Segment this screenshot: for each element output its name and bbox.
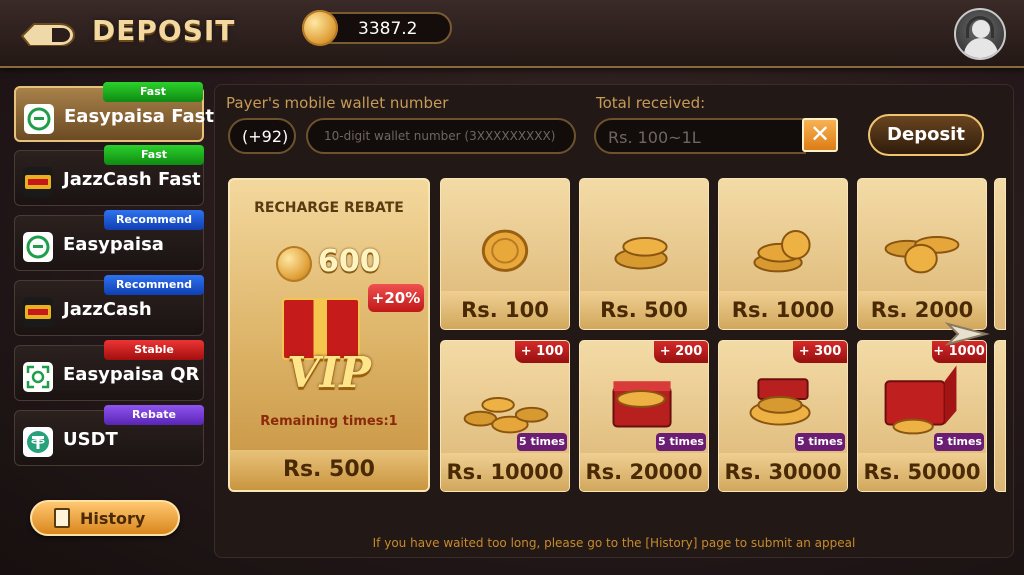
history-button[interactable]: History: [30, 500, 180, 536]
method-easypaisa-fast[interactable]: Easypaisa Fast Fast: [14, 82, 214, 142]
amount-tile[interactable]: Rs. 100: [440, 178, 570, 330]
wallet-label: Payer's mobile wallet number: [226, 94, 449, 112]
bonus-percent-badge: +20%: [368, 284, 424, 312]
easypaisa-icon: [23, 232, 53, 262]
amount-price: Rs. 500: [580, 291, 708, 329]
amount-price: Rs. 10000: [441, 453, 569, 491]
coin-icon: [276, 246, 312, 282]
amount-tile-partial[interactable]: [994, 178, 1006, 330]
remaining-times: Remaining times:1: [260, 414, 398, 429]
total-label: Total received:: [596, 94, 706, 112]
next-arrow-icon[interactable]: [942, 310, 990, 358]
amount-price: Rs. 100: [441, 291, 569, 329]
method-label: JazzCash: [63, 299, 152, 320]
times-badge: 5 times: [934, 433, 984, 451]
times-badge: 5 times: [517, 433, 567, 451]
coin-stack-icon: [614, 236, 668, 270]
bonus-badge: + 300: [793, 341, 847, 363]
history-label: History: [80, 509, 146, 528]
support-avatar-icon[interactable]: [954, 8, 1006, 60]
rebate-title: RECHARGE REBATE: [254, 200, 404, 216]
amount-price: Rs. 1000: [719, 291, 847, 329]
method-label: Easypaisa: [63, 234, 164, 255]
method-usdt[interactable]: USDT Rebate: [14, 405, 204, 466]
coin-icon: [302, 10, 338, 46]
wallet-placeholder: 10-digit wallet number (3XXXXXXXXX): [324, 129, 556, 143]
balance-value: 3387.2: [358, 19, 418, 39]
method-label: USDT: [63, 429, 118, 450]
amount-tile[interactable]: Rs. 500: [579, 178, 709, 330]
badge-stable: Stable: [104, 340, 204, 360]
coin-stack-icon: [753, 230, 811, 273]
amount-tile[interactable]: + 1000 5 times Rs. 50000: [857, 340, 987, 492]
method-label: JazzCash Fast: [63, 169, 201, 190]
badge-rebate: Rebate: [104, 405, 204, 425]
rebate-price: Rs. 500: [230, 450, 428, 490]
bonus-badge: + 200: [654, 341, 708, 363]
amount-tile[interactable]: Rs. 1000: [718, 178, 848, 330]
balance-display: 3387.2: [302, 10, 452, 46]
top-bar: DEPOSIT 3387.2: [0, 0, 1024, 68]
clear-icon[interactable]: ✕: [802, 118, 838, 152]
amount-tile[interactable]: + 300 5 times Rs. 30000: [718, 340, 848, 492]
easypaisa-icon: [24, 104, 54, 134]
amount-tile[interactable]: Rs. 2000: [857, 178, 987, 330]
badge-fast: Fast: [104, 145, 204, 165]
tether-icon: [23, 427, 53, 457]
amount-price: Rs. 50000: [858, 453, 986, 491]
page-title: DEPOSIT: [92, 14, 236, 47]
method-label: Easypaisa QR: [63, 364, 200, 385]
country-code-field[interactable]: (+92): [228, 118, 296, 154]
amount-price: Rs. 20000: [580, 453, 708, 491]
qr-icon: [23, 362, 53, 392]
deposit-button[interactable]: Deposit: [868, 114, 984, 156]
badge-recommend: Recommend: [104, 210, 204, 230]
amount-placeholder: Rs. 100~1L: [608, 128, 701, 147]
times-badge: 5 times: [795, 433, 845, 451]
jazzcash-icon: [23, 297, 53, 327]
badge-fast: Fast: [103, 82, 203, 102]
appeal-notice: If you have waited too long, please go t…: [372, 536, 856, 550]
jazzcash-icon: [23, 167, 53, 197]
amount-tile-partial[interactable]: [994, 340, 1006, 492]
amount-input[interactable]: Rs. 100~1L: [594, 118, 806, 154]
method-jazzcash-fast[interactable]: JazzCash Fast Fast: [14, 145, 204, 206]
method-label: Easypaisa Fast: [64, 106, 214, 127]
amount-tile[interactable]: + 200 5 times Rs. 20000: [579, 340, 709, 492]
recharge-rebate-card[interactable]: RECHARGE REBATE 600 +20% VIP Remaining t…: [228, 178, 430, 492]
rebate-amount: 600: [318, 244, 381, 279]
amount-tile[interactable]: + 100 5 times Rs. 10000: [440, 340, 570, 492]
times-badge: 5 times: [656, 433, 706, 451]
method-easypaisa-qr[interactable]: Easypaisa QR Stable: [14, 340, 204, 401]
method-easypaisa[interactable]: Easypaisa Recommend: [14, 210, 204, 271]
back-arrow-icon[interactable]: [18, 14, 80, 46]
wallet-number-input[interactable]: 10-digit wallet number (3XXXXXXXXX): [306, 118, 576, 154]
single-coin-icon: [481, 229, 529, 272]
country-code: (+92): [242, 127, 289, 146]
badge-recommend: Recommend: [104, 275, 204, 295]
amount-price: Rs. 30000: [719, 453, 847, 491]
vip-text: VIP: [287, 348, 371, 397]
coin-pile-icon: [884, 235, 960, 274]
bonus-badge: + 100: [515, 341, 569, 363]
method-jazzcash[interactable]: JazzCash Recommend: [14, 275, 204, 336]
document-icon: [54, 508, 70, 528]
